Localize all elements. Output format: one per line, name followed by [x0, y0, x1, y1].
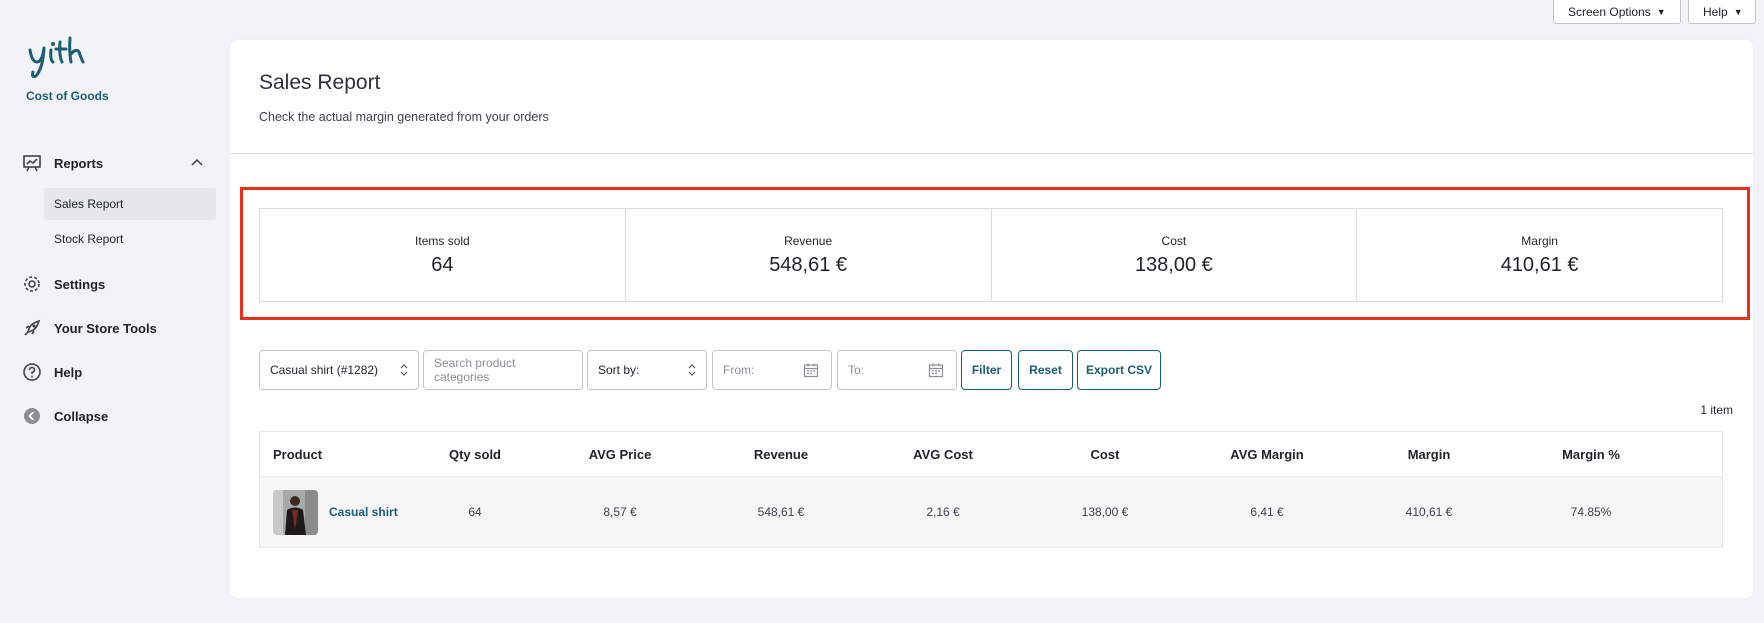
product-select[interactable]: Casual shirt (#1282): [259, 350, 419, 390]
column-header[interactable]: Qty sold: [410, 447, 540, 462]
stat-label: Margin: [1521, 233, 1558, 248]
sort-by-select[interactable]: Sort by:: [587, 350, 707, 390]
nav-settings-label: Settings: [54, 276, 106, 292]
avg-price-cell: 8,57 €: [603, 505, 637, 519]
gear-icon: [24, 276, 40, 292]
stat-margin: Margin 410,61 €: [1357, 209, 1722, 301]
category-search-placeholder: Search product categories: [434, 356, 516, 384]
divider: [230, 153, 1753, 154]
cost-cell: 138,00 €: [1081, 505, 1129, 519]
item-count: 1 item: [1700, 403, 1733, 417]
nav-collapse[interactable]: Collapse: [22, 404, 108, 428]
margin-cell: 410,61 €: [1405, 505, 1453, 519]
table-row: Casual shirt 64 8,57 € 548,61 € 2,16 € 1…: [260, 477, 1722, 547]
sidebar-item-sales-report[interactable]: Sales Report: [44, 188, 216, 220]
screen-options-button[interactable]: Screen Options ▼: [1553, 0, 1681, 24]
chevron-up-icon[interactable]: [190, 155, 204, 169]
collapse-icon: [24, 408, 40, 424]
margin-pct-cell: 74.85%: [1570, 505, 1612, 519]
main-panel: Sales Report Check the actual margin gen…: [230, 40, 1753, 598]
stat-revenue: Revenue 548,61 €: [626, 209, 992, 301]
stat-cost: Cost 138,00 €: [992, 209, 1358, 301]
column-header[interactable]: Revenue: [700, 447, 862, 462]
yith-logo: [28, 36, 85, 78]
column-header[interactable]: AVG Margin: [1186, 447, 1348, 462]
avg-cost-cell: 2,16 €: [926, 505, 960, 519]
nav-settings[interactable]: Settings: [22, 272, 105, 296]
sales-table: Product Qty sold AVG Price Revenue AVG C…: [259, 431, 1723, 548]
updown-arrow-icon: [688, 364, 696, 376]
date-from-placeholder: From:: [723, 363, 755, 377]
category-search-input[interactable]: Search product categories: [423, 350, 583, 390]
calendar-icon[interactable]: [803, 362, 819, 378]
caret-down-icon: ▼: [1733, 6, 1743, 17]
product-thumbnail[interactable]: [273, 489, 318, 535]
stats-summary: Items sold 64 Revenue 548,61 € Cost 138,…: [259, 208, 1723, 302]
stat-label: Revenue: [784, 233, 833, 248]
product-cell: Casual shirt: [260, 489, 410, 535]
page-title: Sales Report: [259, 71, 381, 94]
nav-reports-label: Reports: [54, 155, 104, 171]
reset-button[interactable]: Reset: [1018, 350, 1073, 390]
stat-items-sold: Items sold 64: [260, 209, 626, 301]
help-button-label: Help: [1703, 4, 1728, 19]
help-icon: [23, 363, 41, 381]
stat-label: Cost: [1161, 233, 1187, 248]
stat-label: Items sold: [415, 233, 470, 248]
chart-icon: [23, 155, 41, 172]
stat-value: 410,61 €: [1500, 253, 1579, 276]
stat-value: 64: [431, 253, 454, 276]
column-header[interactable]: AVG Cost: [862, 447, 1024, 462]
column-header[interactable]: Margin %: [1510, 447, 1672, 462]
column-header[interactable]: Product: [260, 447, 410, 462]
date-from-input[interactable]: From:: [712, 350, 832, 390]
nav-store-tools[interactable]: Your Store Tools: [22, 316, 157, 340]
rocket-icon: [24, 319, 41, 336]
nav-reports[interactable]: Reports: [22, 151, 103, 175]
revenue-cell: 548,61 €: [757, 505, 805, 519]
nav-store-tools-label: Your Store Tools: [54, 320, 157, 336]
date-to-input[interactable]: To:: [837, 350, 957, 390]
nav-help-label: Help: [54, 364, 83, 380]
product-select-value: Casual shirt (#1282): [270, 363, 379, 377]
sidebar: Cost of Goods Reports Sales Report Stock…: [0, 0, 230, 623]
column-header[interactable]: Cost: [1024, 447, 1186, 462]
date-to-placeholder: To:: [848, 363, 865, 377]
product-link[interactable]: Casual shirt: [329, 505, 398, 519]
stat-value: 548,61 €: [769, 253, 848, 276]
stat-value: 138,00 €: [1134, 253, 1213, 276]
plugin-name: Cost of Goods: [26, 89, 109, 103]
help-button[interactable]: Help ▼: [1688, 0, 1756, 24]
sort-by-value: Sort by:: [598, 363, 640, 377]
page-subtitle: Check the actual margin generated from y…: [259, 110, 549, 124]
export-csv-button[interactable]: Export CSV: [1077, 350, 1161, 390]
column-header[interactable]: Margin: [1348, 447, 1510, 462]
updown-arrow-icon: [400, 364, 408, 376]
nav-collapse-label: Collapse: [54, 408, 109, 424]
screen-options-label: Screen Options: [1568, 4, 1651, 19]
calendar-icon[interactable]: [928, 362, 944, 378]
nav-help[interactable]: Help: [22, 360, 82, 384]
sidebar-item-stock-report[interactable]: Stock Report: [44, 223, 216, 255]
filter-button[interactable]: Filter: [961, 350, 1012, 390]
caret-down-icon: ▼: [1656, 6, 1666, 17]
table-header: Product Qty sold AVG Price Revenue AVG C…: [260, 432, 1722, 477]
qty-sold-cell: 64: [468, 505, 482, 519]
column-header[interactable]: AVG Price: [540, 447, 700, 462]
avg-margin-cell: 6,41 €: [1250, 505, 1284, 519]
